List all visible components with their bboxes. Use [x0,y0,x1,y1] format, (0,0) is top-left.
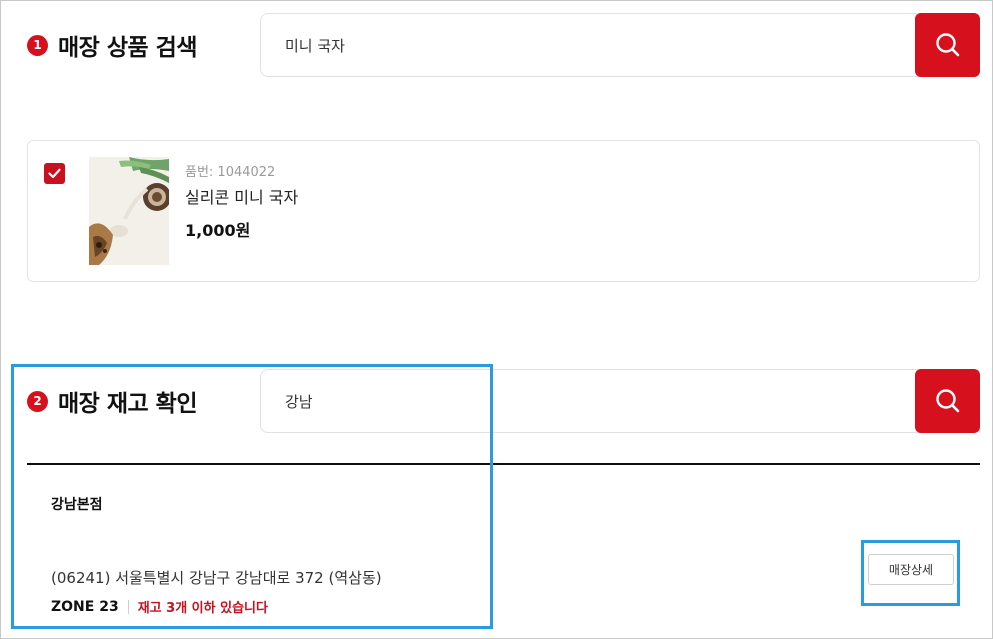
zone-separator [127,599,129,614]
product-search-button[interactable] [915,13,980,77]
section-store-stock-header: 2 매장 재고 확인 [27,384,197,418]
store-detail-button[interactable]: 매장상세 [868,554,954,585]
store-zone: ZONE 23 [51,598,119,615]
section-title-product-search: 매장 상품 검색 [58,35,197,61]
product-checkbox[interactable] [44,163,65,184]
product-price: 1,000원 [185,221,251,240]
step-number-2: 2 [27,390,48,412]
store-search-input[interactable] [261,370,901,432]
search-icon [935,33,959,57]
store-search-box [260,369,980,433]
product-name[interactable]: 실리콘 미니 국자 [185,184,298,208]
section-title-stock-check: 매장 재고 확인 [58,391,197,417]
checkmark-icon [48,168,61,179]
results-divider [27,463,980,465]
search-icon [935,389,959,413]
step-number-1: 1 [27,34,48,56]
product-card[interactable]: 품번: 1044022 실리콘 미니 국자 1,000원 [27,140,980,282]
product-search-input[interactable] [261,14,901,76]
page-frame [0,0,993,639]
store-address: (06241) 서울특별시 강남구 강남대로 372 (역삼동) [51,569,382,587]
store-search-button[interactable] [915,369,980,433]
product-image [89,157,169,265]
product-code: 품번: 1044022 [185,165,276,180]
section-store-product-search-header: 1 매장 상품 검색 [27,28,197,62]
store-name: 강남본점 [51,497,103,513]
stock-status: 재고 3개 이하 있습니다 [137,601,268,616]
store-stock-row: ZONE 23 재고 3개 이하 있습니다 [51,597,268,617]
product-search-box [260,13,980,77]
